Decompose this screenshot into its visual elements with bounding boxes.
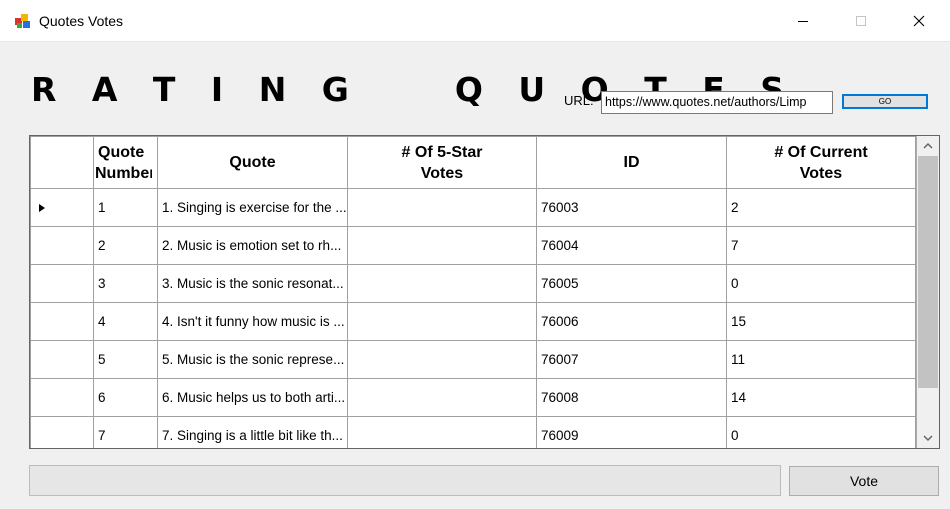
cell-quote-number[interactable]: 5 <box>93 340 158 379</box>
cell-id[interactable]: 76004 <box>536 226 727 265</box>
cell-id[interactable]: 76008 <box>536 378 727 417</box>
cell-quote[interactable]: 1. Singing is exercise for the ... <box>157 188 348 227</box>
chevron-up-icon <box>923 143 933 149</box>
cell-quote-number[interactable]: 7 <box>93 416 158 448</box>
cell-current-votes[interactable]: 2 <box>726 188 916 227</box>
cell-id[interactable]: 76005 <box>536 264 727 303</box>
row-header[interactable] <box>30 264 94 303</box>
cell-five-star-votes[interactable] <box>347 416 537 448</box>
chevron-down-icon <box>923 435 933 441</box>
column-header-quote[interactable]: Quote <box>157 136 348 189</box>
cell-quote[interactable]: 3. Music is the sonic resonat... <box>157 264 348 303</box>
quotes-table: Quote Number Quote # Of 5-Star Votes ID … <box>30 136 916 448</box>
table-row[interactable]: 1 1. Singing is exercise for the ... 76003… <box>30 188 916 227</box>
cell-five-star-votes[interactable] <box>347 264 537 303</box>
row-header[interactable] <box>30 416 94 448</box>
close-button[interactable] <box>890 0 948 42</box>
column-header-label: Quote <box>98 143 145 161</box>
cell-quote-number[interactable]: 6 <box>93 378 158 417</box>
row-header[interactable] <box>30 302 94 341</box>
column-header-label: Votes <box>420 164 464 182</box>
cell-current-votes[interactable]: 7 <box>726 226 916 265</box>
cell-id[interactable]: 76006 <box>536 302 727 341</box>
cell-five-star-votes[interactable] <box>347 378 537 417</box>
cell-current-votes[interactable]: 0 <box>726 264 916 303</box>
table-row[interactable]: 7 7. Singing is a little bit like th... 76… <box>30 416 916 448</box>
quotes-grid[interactable]: Quote Number Quote # Of 5-Star Votes ID … <box>29 135 940 449</box>
table-row[interactable]: 2 2. Music is emotion set to rh... 76004 7 <box>30 226 916 265</box>
url-input[interactable]: https://www.quotes.net/authors/Limp <box>601 91 833 114</box>
cell-quote[interactable]: 6. Music helps us to both arti... <box>157 378 348 417</box>
close-icon <box>913 15 925 27</box>
column-header-label: Quote <box>229 154 276 171</box>
cell-five-star-votes[interactable] <box>347 188 537 227</box>
column-header-label: Votes <box>799 164 843 182</box>
cell-quote[interactable]: 2. Music is emotion set to rh... <box>157 226 348 265</box>
column-header-label: Number <box>95 164 152 182</box>
url-label: URL: <box>564 93 594 108</box>
table-row[interactable]: 3 3. Music is the sonic resonat... 76005 0 <box>30 264 916 303</box>
cell-five-star-votes[interactable] <box>347 302 537 341</box>
cell-five-star-votes[interactable] <box>347 340 537 379</box>
go-button[interactable]: GO <box>842 94 928 109</box>
maximize-button[interactable] <box>832 0 890 42</box>
table-row[interactable]: 4 4. Isn't it funny how music is ... 76006… <box>30 302 916 341</box>
maximize-icon <box>856 16 866 26</box>
minimize-button[interactable] <box>774 0 832 42</box>
vote-button[interactable]: Vote <box>789 466 939 496</box>
title-bar: Quotes Votes <box>0 0 950 42</box>
table-row[interactable]: 6 6. Music helps us to both arti... 76008 1… <box>30 378 916 417</box>
cell-current-votes[interactable]: 11 <box>726 340 916 379</box>
cell-current-votes[interactable]: 0 <box>726 416 916 448</box>
cell-five-star-votes[interactable] <box>347 226 537 265</box>
column-header-label: # Of Current <box>774 143 868 161</box>
cell-quote-number[interactable]: 3 <box>93 264 158 303</box>
column-header-current-votes[interactable]: # Of Current Votes <box>726 136 916 189</box>
column-header-id[interactable]: ID <box>536 136 727 189</box>
cell-quote[interactable]: 4. Isn't it funny how music is ... <box>157 302 348 341</box>
column-header-label: # Of 5-Star <box>401 143 483 161</box>
column-header-quote-number[interactable]: Quote Number <box>93 136 158 189</box>
scroll-up-button[interactable] <box>917 136 939 156</box>
current-row-arrow-icon <box>39 204 45 212</box>
header-row: Quote Number Quote # Of 5-Star Votes ID … <box>30 136 916 189</box>
progress-bar <box>29 465 781 496</box>
cell-id[interactable]: 76007 <box>536 340 727 379</box>
cell-quote-number[interactable]: 4 <box>93 302 158 341</box>
minimize-icon <box>798 21 808 22</box>
cell-quote-number[interactable]: 1 <box>93 188 158 227</box>
row-header-corner <box>30 136 94 189</box>
row-header[interactable] <box>30 188 94 227</box>
cell-id[interactable]: 76003 <box>536 188 727 227</box>
scroll-down-button[interactable] <box>917 428 939 448</box>
scroll-thumb[interactable] <box>918 156 938 388</box>
row-header[interactable] <box>30 226 94 265</box>
window-title: Quotes Votes <box>39 13 124 29</box>
app-icon <box>15 14 30 28</box>
vertical-scrollbar[interactable] <box>917 136 939 448</box>
column-header-five-star-votes[interactable]: # Of 5-Star Votes <box>347 136 537 189</box>
table-row[interactable]: 5 5. Music is the sonic represe... 76007 11 <box>30 340 916 379</box>
cell-current-votes[interactable]: 14 <box>726 378 916 417</box>
row-header[interactable] <box>30 340 94 379</box>
cell-current-votes[interactable]: 15 <box>726 302 916 341</box>
cell-quote[interactable]: 7. Singing is a little bit like th... <box>157 416 348 448</box>
cell-quote-number[interactable]: 2 <box>93 226 158 265</box>
column-header-label: ID <box>623 154 640 171</box>
row-header[interactable] <box>30 378 94 417</box>
cell-quote[interactable]: 5. Music is the sonic represe... <box>157 340 348 379</box>
cell-id[interactable]: 76009 <box>536 416 727 448</box>
